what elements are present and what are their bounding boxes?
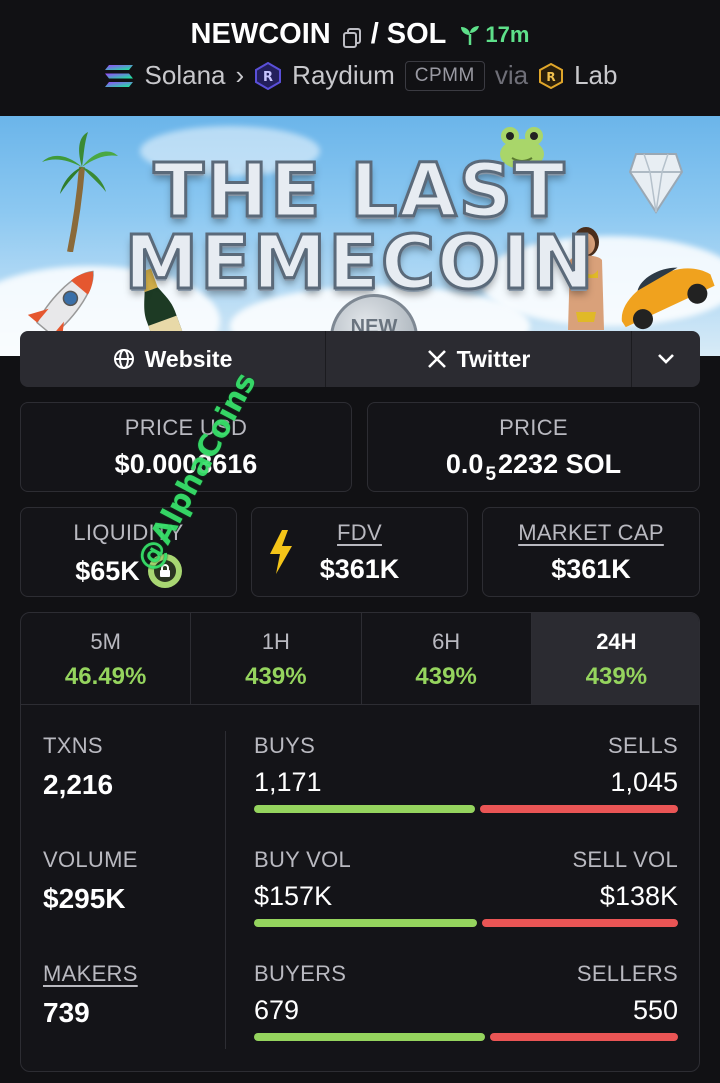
txns-label: TXNS bbox=[43, 733, 103, 758]
timeframe-tabs: 5M 46.49% 1H 439% 6H 439% 24H 439% bbox=[21, 613, 699, 705]
more-links-button[interactable] bbox=[632, 331, 700, 387]
txns-value: 2,216 bbox=[43, 769, 114, 800]
svg-text:R: R bbox=[546, 70, 555, 84]
tab-label: 6H bbox=[432, 629, 461, 654]
volume-value: $295K bbox=[43, 883, 126, 914]
website-button[interactable]: Website bbox=[20, 331, 326, 387]
volume-split: BUY VOL SELL VOL $157K $138K bbox=[254, 847, 678, 961]
volume-metric: VOLUME $295K bbox=[43, 847, 223, 961]
sells-value: 1,045 bbox=[610, 767, 678, 797]
solana-icon bbox=[104, 64, 133, 87]
lightning-icon bbox=[270, 530, 292, 574]
buyers-sellers-bar bbox=[254, 1033, 678, 1041]
makers-label[interactable]: MAKERS bbox=[43, 961, 223, 987]
liquidity-label: LIQUIDITY bbox=[73, 520, 184, 545]
liquidity-card: LIQUIDITY $65K bbox=[20, 507, 237, 597]
chevron-right-icon: › bbox=[235, 60, 245, 90]
breadcrumb: Solana › R Raydium CPMM via R Lab bbox=[0, 60, 720, 91]
buy-share-bar bbox=[254, 805, 475, 813]
buys-label: BUYS bbox=[254, 733, 316, 758]
chain-link[interactable]: Solana bbox=[145, 60, 226, 91]
pair-title: NEWCOIN / SOL 17m bbox=[0, 18, 720, 51]
makers-value: 739 bbox=[43, 997, 90, 1028]
pair-separator: / bbox=[370, 18, 379, 50]
txns-metric: TXNS 2,216 bbox=[43, 733, 223, 847]
buy-vol-value: $157K bbox=[254, 881, 333, 911]
x-logo-icon bbox=[427, 350, 446, 368]
sell-share-bar bbox=[480, 805, 678, 813]
dex-link[interactable]: Raydium bbox=[292, 60, 395, 91]
buy-vol-share-bar bbox=[254, 919, 477, 927]
copy-icon[interactable] bbox=[341, 24, 363, 48]
via-label: via bbox=[494, 60, 529, 90]
pair-header: NEWCOIN / SOL 17m Solana › R Raydium CPM… bbox=[0, 0, 720, 116]
tab-label: 5M bbox=[90, 629, 121, 654]
svg-text:R: R bbox=[263, 70, 273, 85]
launchpad-link[interactable]: Lab bbox=[574, 60, 617, 91]
buyers-share-bar bbox=[254, 1033, 485, 1041]
buys-sells-bar bbox=[254, 805, 678, 813]
market-cap-value: $361K bbox=[551, 554, 631, 584]
buy-vol-label: BUY VOL bbox=[254, 847, 352, 872]
social-links-bar: Website Twitter bbox=[20, 331, 700, 387]
sells-label: SELLS bbox=[608, 733, 678, 758]
buys-value: 1,171 bbox=[254, 767, 322, 797]
price-sol-prefix: 0.0 bbox=[445, 449, 484, 479]
column-divider bbox=[225, 731, 226, 1049]
pair-age-value: 17m bbox=[485, 21, 530, 47]
tab-5m[interactable]: 5M 46.49% bbox=[21, 613, 192, 704]
sell-vol-share-bar bbox=[482, 919, 678, 927]
buyers-sellers-split: BUYERS SELLERS 679 550 bbox=[254, 961, 678, 1071]
twitter-label: Twitter bbox=[456, 345, 531, 372]
tab-6h[interactable]: 6H 439% bbox=[362, 613, 532, 704]
makers-metric: MAKERS 739 bbox=[43, 961, 223, 1071]
buys-sells-split: BUYS SELLS 1,171 1,045 bbox=[254, 733, 678, 847]
volume-label: VOLUME bbox=[43, 847, 138, 872]
sprout-icon bbox=[461, 25, 480, 45]
chevron-down-icon bbox=[658, 354, 674, 364]
market-cap-card: MARKET CAP $361K bbox=[482, 507, 700, 597]
lab-icon: R bbox=[539, 62, 564, 89]
buyers-value: 679 bbox=[254, 995, 300, 1025]
tab-1h[interactable]: 1H 439% bbox=[191, 613, 362, 704]
sell-vol-label: SELL VOL bbox=[572, 847, 678, 872]
twitter-button[interactable]: Twitter bbox=[326, 331, 632, 387]
price-sol-zero-count: 5 bbox=[485, 463, 497, 485]
market-cap-label[interactable]: MARKET CAP bbox=[483, 520, 699, 546]
fdv-value: $361K bbox=[319, 554, 400, 584]
pair-age: 17m bbox=[458, 22, 529, 48]
tab-label: 24H bbox=[596, 629, 637, 654]
price-sol-label: PRICE bbox=[499, 415, 568, 440]
tab-change: 439% bbox=[415, 663, 477, 690]
pool-type-badge: CPMM bbox=[404, 60, 485, 91]
stats-panel: 5M 46.49% 1H 439% 6H 439% 24H 439% TXNS … bbox=[20, 612, 700, 1072]
quote-symbol: SOL bbox=[386, 18, 447, 50]
tab-change: 439% bbox=[585, 663, 648, 690]
price-sol-card: PRICE 0.0 5 2232 SOL bbox=[367, 402, 700, 492]
tab-label: 1H bbox=[261, 629, 290, 654]
price-sol-suffix: 2232 SOL bbox=[498, 449, 622, 479]
sellers-share-bar bbox=[490, 1033, 678, 1041]
sellers-label: SELLERS bbox=[576, 961, 678, 986]
tab-change: 439% bbox=[245, 663, 307, 690]
price-usd-label: PRICE USD bbox=[124, 415, 248, 440]
banner-title-line2: MEMECOIN bbox=[123, 219, 596, 308]
split-column: BUYS SELLS 1,171 1,045 BUY VOL SELL VOL … bbox=[254, 733, 678, 1071]
buyers-label: BUYERS bbox=[254, 961, 347, 986]
tab-change: 46.49% bbox=[64, 663, 147, 690]
token-symbol: NEWCOIN bbox=[190, 18, 331, 50]
totals-column: TXNS 2,216 VOLUME $295K MAKERS 739 bbox=[43, 733, 223, 1071]
tab-24h[interactable]: 24H 439% bbox=[531, 613, 699, 704]
raydium-icon: R bbox=[255, 61, 282, 90]
token-banner: THE LAST MEMECOIN NEW bbox=[0, 116, 720, 356]
volume-split-bar bbox=[254, 919, 678, 927]
globe-icon bbox=[113, 349, 134, 369]
sellers-value: 550 bbox=[632, 995, 678, 1025]
website-label: Website bbox=[144, 345, 233, 372]
sell-vol-value: $138K bbox=[599, 881, 678, 911]
